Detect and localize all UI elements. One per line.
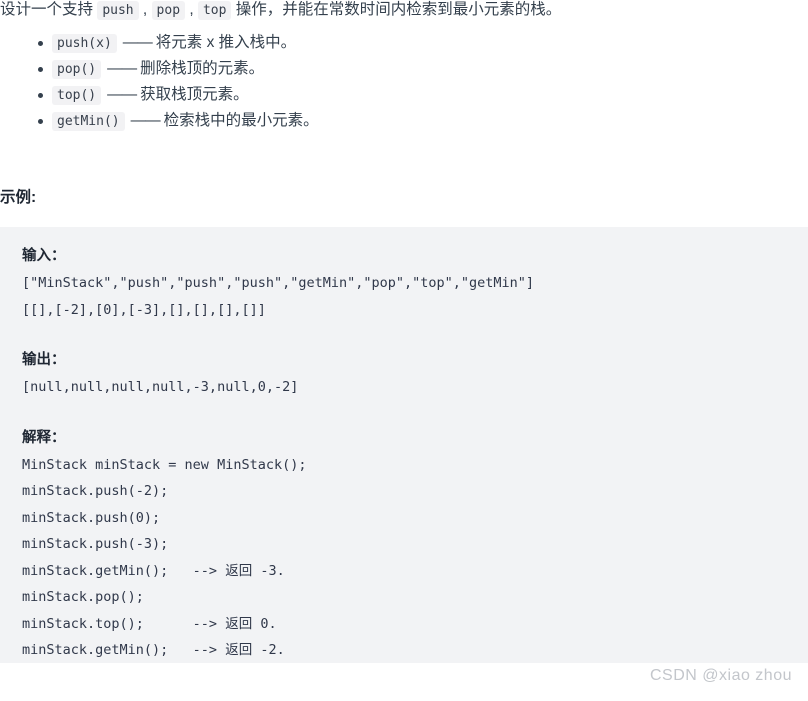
- operation-dash: ——: [122, 34, 153, 51]
- operation-description: 检索栈中的最小元素。: [163, 112, 319, 129]
- operation-description: 获取栈顶元素。: [140, 86, 249, 103]
- problem-statement: 设计一个支持 push , pop , top 操作，并能在常数时间内检索到最小…: [0, 0, 808, 21]
- operations-list: push(x) —— 将元素 x 推入栈中。 pop() —— 删除栈顶的元素。 top…: [0, 30, 752, 134]
- example-code-block: 输入： ["MinStack","push","push","push","ge…: [0, 227, 808, 663]
- explanation-line: minStack.push(-3);: [22, 536, 169, 552]
- output-line: [null,null,null,null,-3,null,0,-2]: [22, 379, 299, 395]
- operation-code-push: push(x): [52, 34, 117, 53]
- operation-code-pop: pop(): [52, 60, 102, 79]
- explanation-line: minStack.push(0);: [22, 509, 161, 526]
- operation-dash: ——: [107, 86, 137, 103]
- operation-description: 删除栈顶的元素。: [140, 60, 265, 77]
- inline-code-pop: pop: [151, 1, 186, 20]
- list-item: pop() —— 删除栈顶的元素。: [38, 56, 752, 82]
- inline-code-top: top: [197, 1, 232, 20]
- explanation-line: minStack.getMin(); --> 返回 -2.: [22, 642, 285, 658]
- output-label: 输出：: [22, 352, 66, 368]
- explanation-line: minStack.push(-2);: [22, 483, 169, 499]
- example-heading: 示例:: [0, 189, 37, 206]
- explanation-line: minStack.top(); --> 返回 0.: [22, 615, 277, 632]
- operation-dash: ——: [107, 60, 137, 77]
- operation-code-getmin: getMin(): [52, 112, 125, 131]
- operation-code-top: top(): [52, 86, 102, 105]
- explanation-line: minStack.getMin(); --> 返回 -3.: [22, 562, 285, 579]
- watermark: CSDN @xiao zhou: [649, 667, 792, 684]
- explanation-line: minStack.pop();: [22, 589, 144, 605]
- intro-separator-2: ,: [185, 1, 198, 18]
- input-label: 输入：: [22, 248, 66, 264]
- intro-text-after: 操作，并能在常数时间内检索到最小元素的栈。: [231, 1, 562, 18]
- intro-separator-1: ,: [138, 1, 152, 18]
- operation-description: 将元素 x 推入栈中。: [155, 34, 297, 51]
- list-item: top() —— 获取栈顶元素。: [38, 82, 752, 108]
- list-item: getMin() —— 检索栈中的最小元素。: [38, 108, 752, 134]
- input-line: ["MinStack","push","push","push","getMin…: [22, 275, 535, 291]
- list-item: push(x) —— 将元素 x 推入栈中。: [38, 30, 752, 56]
- inline-code-push: push: [97, 1, 139, 20]
- input-line: [[],[-2],[0],[-3],[],[],[],[]]: [22, 301, 266, 318]
- explanation-label: 解释：: [22, 429, 66, 446]
- intro-text-before: 设计一个支持: [0, 1, 98, 18]
- explanation-line: MinStack minStack = new MinStack();: [22, 456, 307, 473]
- operation-dash: ——: [130, 112, 161, 129]
